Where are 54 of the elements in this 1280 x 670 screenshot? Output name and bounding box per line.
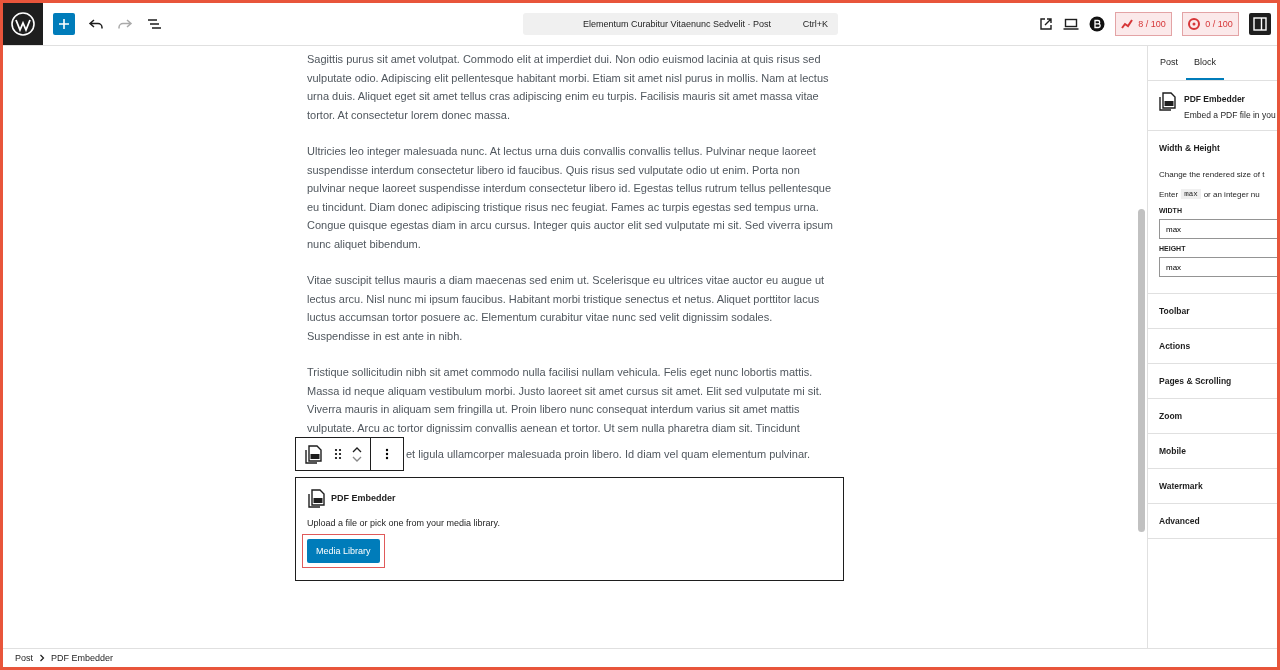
- hint-text: Enter: [1159, 189, 1179, 199]
- input-field[interactable]: max: [1159, 257, 1277, 277]
- post-title: Elementum Curabitur Vitaenunc Sedvelit · Post: [583, 19, 771, 29]
- block-name: PDF Embedder: [1184, 94, 1246, 104]
- panel-title[interactable]: Toolbar: [1148, 294, 1277, 329]
- pdf-file-icon: [1158, 91, 1178, 111]
- score-value: 8 / 100: [1138, 19, 1166, 29]
- chart-icon: [1121, 19, 1134, 29]
- score-value: 0 / 100: [1205, 19, 1233, 29]
- command-bar[interactable]: Elementum Curabitur Vitaenunc Sedvelit · Post Ctrl+K: [523, 13, 838, 35]
- panel-title[interactable]: Actions: [1148, 329, 1277, 364]
- undo-icon[interactable]: [88, 16, 104, 32]
- panel-title[interactable]: Watermark: [1148, 469, 1277, 504]
- laptop-icon[interactable]: [1063, 17, 1079, 31]
- panel-title[interactable]: Width & Height: [1159, 143, 1277, 153]
- pdf-file-icon: [307, 488, 327, 508]
- external-link-icon[interactable]: [1039, 17, 1053, 31]
- instructions-text: Upload a file or pick one from your media library.: [307, 518, 501, 528]
- b-badge-icon[interactable]: [1089, 16, 1105, 32]
- block-description: Embed a PDF file in you: [1184, 110, 1276, 120]
- chevron-up-icon[interactable]: [352, 446, 362, 453]
- paragraph: Sagittis purus sit amet volutpat. Commodo elit at imperdiet dui. Non odio euismod lacinia at quis risus sed vulputate odio. Adipiscing elit pellentesque habitant morbi. Etiam sit amet nisl purus in mollis. Nam at lectus urna duis. Aliquet eget sit amet tellus cras adipiscing enim eu turpis. Facilisis mauris sit amet massa vitae tortor. At consectetur lorem donec massa.: [307, 52, 830, 123]
- chevron-right-icon: [39, 654, 45, 662]
- sidebar-icon: [1253, 17, 1267, 31]
- breadcrumb-link[interactable]: PDF Embedder: [51, 653, 114, 663]
- hint-text: or an integer nu: [1203, 189, 1260, 199]
- paragraph: Ultricies leo integer malesuada nunc. At lectus urna duis convallis convallis tellus. Pulvinar neque laoreet suspendisse interdum consectetur libero id faucibus. Quis risus sed vulputate odio ut enim. Porta non pulvinar neque laoreet suspendisse interdum consectetur libero id. Egestas tellus rutrum tellus pellentesque eu tincidunt. Diam donec adipiscing tristique risus nec feugiat. Fames ac turpis egestas sed tempus urna. Congue quisque egestas diam in arcu cursus. Integer quis auctor elit sed vulputate mi sit. Sed viverra ipsum nunc aliquet bibendum.: [307, 144, 834, 252]
- paragraph: Tristique sollicitudin nibh sit amet commodo nulla facilisi nullam vehicula. Felis eget nunc lobortis mattis. Massa id neque aliquam vestibulum morbi. Justo laoreet sit amet cursus sit amet. Elit sed vulputate mi sit. Viverra mauris in aliquam sem fringilla ut. Proin libero nunc consequat interdum varius sit amet mattis vulputate. Arcu ac tortor dignissim convallis aenean et tortor. Ut sem nulla pharetra diam sit. Tincidunt: [307, 365, 823, 436]
- breadcrumb-link[interactable]: Post: [15, 653, 33, 663]
- paragraph: et ligula ullamcorper malesuada proin libero. Id diam vel quam elementum pulvinar.: [406, 446, 811, 462]
- sidebar-tab[interactable]: Post: [1152, 46, 1186, 80]
- shortcut-label: Ctrl+K: [802, 19, 828, 29]
- sidebar-tab[interactable]: Block: [1186, 46, 1225, 80]
- more-options-icon[interactable]: [385, 448, 389, 460]
- settings-toggle-button[interactable]: [1249, 13, 1271, 35]
- wordpress-icon: [11, 12, 35, 36]
- list-view-icon[interactable]: [146, 16, 162, 32]
- scrollbar-thumb[interactable]: [1138, 209, 1145, 532]
- paragraph: Vitae suscipit tellus mauris a diam maecenas sed enim ut. Scelerisque eu ultrices vitae auctor eu augue ut lectus arcu. Nisl nunc mi ipsum faucibus. Habitant morbi tristique senectus et netus. Aliquet porttitor lacus luctus accumsan tortor posuere ac. Elementum curabitur vitae nunc sed velit dignissim sodales. Suspendisse in est ante in nibh.: [307, 273, 826, 344]
- drag-handle-icon[interactable]: [334, 448, 342, 460]
- score-button[interactable]: 8 / 100: [1115, 12, 1172, 36]
- plus-icon: [58, 18, 70, 30]
- panel-title[interactable]: Mobile: [1148, 434, 1277, 469]
- input-field[interactable]: max: [1159, 219, 1277, 239]
- pdf-file-icon[interactable]: [304, 444, 324, 464]
- block-title: PDF Embedder: [331, 493, 396, 503]
- add-block-button[interactable]: [53, 13, 75, 35]
- help-text: Change the rendered size of t: [1159, 170, 1266, 179]
- panel-title[interactable]: Zoom: [1148, 399, 1277, 434]
- panel-title[interactable]: Advanced: [1148, 504, 1277, 539]
- panel-title[interactable]: Pages & Scrolling: [1148, 364, 1277, 399]
- media-library-button[interactable]: Media Library: [307, 539, 380, 563]
- score-button[interactable]: 0 / 100: [1182, 12, 1239, 36]
- wordpress-logo[interactable]: [3, 3, 43, 45]
